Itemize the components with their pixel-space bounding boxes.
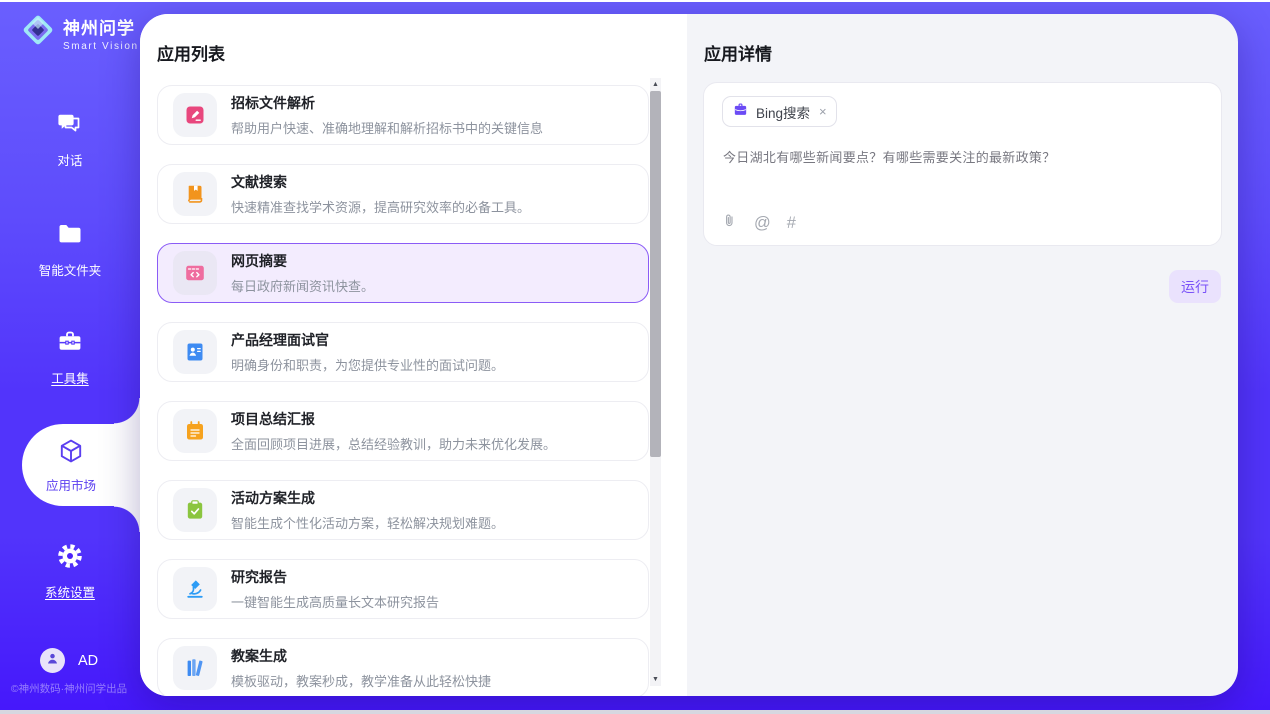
books-icon (173, 646, 217, 690)
app-item-title: 网页摘要 (231, 251, 374, 271)
sidebar-item-label: 对话 (0, 150, 140, 169)
sidebar-item-smart-folder[interactable]: 智能文件夹 (0, 220, 140, 279)
composer-toolbar: @ # (721, 212, 796, 234)
app-item-description: 模板驱动，教案秒成，教学准备从此轻松快捷 (231, 671, 491, 690)
sidebar-item-label: 应用市场 (46, 475, 96, 494)
microscope-icon (173, 567, 217, 611)
sidebar-item-settings[interactable]: 系统设置 (0, 542, 140, 601)
app-detail-panel: 应用详情 Bing搜索 × 今日湖北有哪些新闻要点？有哪些需要关注的最新政策？ … (687, 14, 1238, 696)
sidebar-item-label: 系统设置 (0, 582, 140, 601)
user-profile[interactable]: AD (40, 648, 98, 673)
cube-icon (57, 437, 85, 470)
sidebar-item-app-market[interactable]: 应用市场 (22, 424, 140, 506)
app-list-item[interactable]: 网页摘要 每日政府新闻资讯快查。 (157, 243, 649, 303)
sidebar-item-label: 工具集 (0, 368, 140, 387)
app-item-title: 活动方案生成 (231, 488, 504, 508)
app-list-item[interactable]: 文献搜索 快速精准查找学术资源，提高研究效率的必备工具。 (157, 164, 649, 224)
brand-subtitle: Smart Vision (63, 41, 139, 52)
app-list-item[interactable]: 招标文件解析 帮助用户快速、准确地理解和解析招标书中的关键信息 (157, 85, 649, 145)
app-item-description: 帮助用户快速、准确地理解和解析招标书中的关键信息 (231, 118, 543, 137)
user-initials: AD (78, 653, 98, 669)
tool-tag-label: Bing搜索 (756, 102, 810, 122)
app-detail-title: 应用详情 (704, 40, 772, 65)
app-item-title: 产品经理面试官 (231, 330, 504, 350)
app-list-item[interactable]: 活动方案生成 智能生成个性化活动方案，轻松解决规划难题。 (157, 480, 649, 540)
app-item-description: 每日政府新闻资讯快查。 (231, 276, 374, 295)
app-list-item[interactable]: 产品经理面试官 明确身份和职责，为您提供专业性的面试问题。 (157, 322, 649, 382)
main-container: 应用列表 招标文件解析 帮助用户快速、准确地理解和解析招标书中的关键信息 文献搜… (140, 14, 1238, 696)
app-item-description: 快速精准查找学术资源，提高研究效率的必备工具。 (231, 197, 530, 216)
close-icon[interactable]: × (819, 104, 827, 119)
app-item-description: 一键智能生成高质量长文本研究报告 (231, 592, 439, 611)
app-item-title: 教案生成 (231, 646, 491, 666)
window-top-edge (0, 0, 1270, 2)
app-item-description: 全面回顾项目进展，总结经验教训，助力未来优化发展。 (231, 434, 556, 453)
app-list-item[interactable]: 项目总结汇报 全面回顾项目进展，总结经验教训，助力未来优化发展。 (157, 401, 649, 461)
app-item-description: 明确身份和职责，为您提供专业性的面试问题。 (231, 355, 504, 374)
gear-icon (56, 557, 84, 574)
at-icon[interactable]: @ (754, 214, 771, 233)
app-list-item[interactable]: 教案生成 模板驱动，教案秒成，教学准备从此轻松快捷 (157, 638, 649, 696)
app-item-description: 智能生成个性化活动方案，轻松解决规划难题。 (231, 513, 504, 532)
scrollbar-down-arrow-icon[interactable]: ▼ (650, 673, 661, 686)
query-composer-card[interactable]: Bing搜索 × 今日湖北有哪些新闻要点？有哪些需要关注的最新政策？ @ # (703, 82, 1222, 246)
avatar (40, 648, 65, 673)
briefcase-icon (732, 101, 749, 123)
resume-person-icon (173, 330, 217, 374)
avatar-person-icon (45, 651, 60, 671)
query-input-text[interactable]: 今日湖北有哪些新闻要点？有哪些需要关注的最新政策？ (723, 147, 1203, 166)
sidebar: 神州问学 Smart Vision 对话 智能文件夹 工具集 应用市场 系统设置 (0, 0, 140, 714)
app-item-title: 文献搜索 (231, 172, 530, 192)
scrollbar-up-arrow-icon[interactable]: ▲ (650, 78, 661, 91)
window-bottom-edge (0, 710, 1270, 714)
hash-icon[interactable]: # (787, 214, 796, 233)
run-button[interactable]: 运行 (1169, 270, 1221, 303)
doc-edit-icon (173, 93, 217, 137)
copyright-footer: ©神州数码·神州问学出品 (0, 681, 138, 696)
app-item-title: 招标文件解析 (231, 93, 543, 113)
diamond-logo-icon (20, 12, 56, 53)
bubble-corner-top (114, 398, 140, 424)
book-icon (173, 172, 217, 216)
toolbox-icon (56, 343, 84, 360)
scrollbar-thumb[interactable] (650, 91, 661, 457)
app-list-scrollbar[interactable]: ▲ ▼ (650, 78, 661, 686)
app-list-panel: 应用列表 招标文件解析 帮助用户快速、准确地理解和解析招标书中的关键信息 文献搜… (140, 14, 687, 696)
clipboard-check-icon (173, 488, 217, 532)
paperclip-icon[interactable] (721, 212, 738, 234)
app-list-item[interactable]: 研究报告 一键智能生成高质量长文本研究报告 (157, 559, 649, 619)
app-item-title: 研究报告 (231, 567, 439, 587)
app-item-title: 项目总结汇报 (231, 409, 556, 429)
sidebar-item-toolset[interactable]: 工具集 (0, 328, 140, 387)
folder-icon (56, 235, 84, 252)
chat-icon (56, 125, 84, 142)
brand-name: 神州问学 (63, 19, 135, 38)
bubble-corner-bottom (114, 506, 140, 532)
web-code-icon (173, 251, 217, 295)
sidebar-item-label: 智能文件夹 (0, 260, 140, 279)
sidebar-item-chat[interactable]: 对话 (0, 110, 140, 169)
calendar-note-icon (173, 409, 217, 453)
brand: 神州问学 Smart Vision (20, 12, 139, 53)
app-list: 招标文件解析 帮助用户快速、准确地理解和解析招标书中的关键信息 文献搜索 快速精… (157, 85, 649, 696)
tool-tag-bing-search[interactable]: Bing搜索 × (722, 96, 837, 127)
app-list-title: 应用列表 (157, 40, 225, 65)
